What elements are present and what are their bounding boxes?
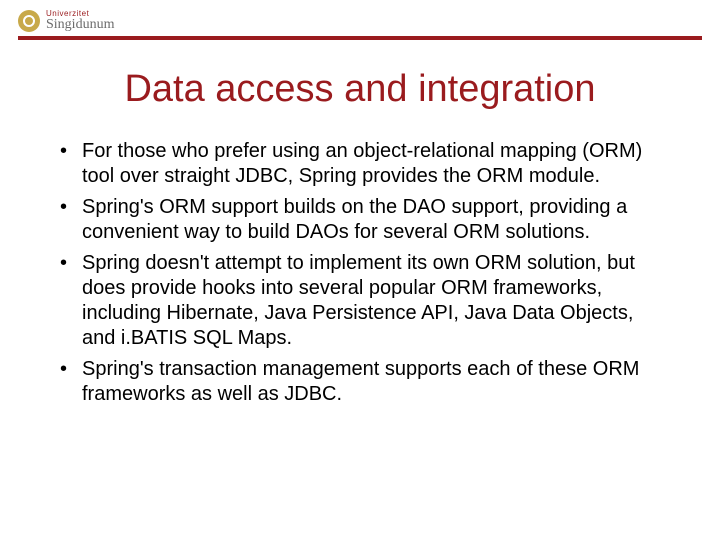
page-title: Data access and integration — [0, 68, 720, 111]
logo-text: Univerzitet Singidunum — [46, 10, 114, 32]
list-item: For those who prefer using an object-rel… — [60, 139, 672, 189]
logo-icon — [18, 10, 40, 32]
logo: Univerzitet Singidunum — [18, 10, 702, 32]
content: For those who prefer using an object-rel… — [0, 139, 720, 407]
list-item: Spring's transaction management supports… — [60, 357, 672, 407]
logo-name-label: Singidunum — [46, 18, 114, 32]
bullet-list: For those who prefer using an object-rel… — [60, 139, 672, 407]
list-item: Spring's ORM support builds on the DAO s… — [60, 195, 672, 245]
list-item: Spring doesn't attempt to implement its … — [60, 251, 672, 351]
divider — [18, 36, 702, 40]
header: Univerzitet Singidunum — [0, 0, 720, 40]
